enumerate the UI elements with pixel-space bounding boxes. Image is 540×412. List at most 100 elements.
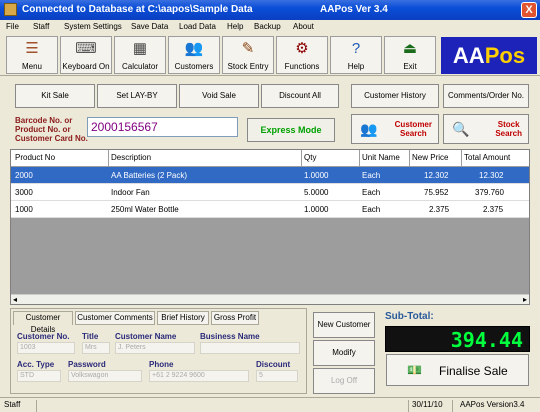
table-row[interactable]: 3000 Indoor Fan 5.0000 Each 75.952 379.7… (11, 184, 529, 201)
cell-product-no: 3000 (15, 188, 33, 197)
cash-icon: 💵 (407, 363, 422, 377)
sale-items-grid[interactable]: Product No Description Qty Unit Name New… (10, 149, 530, 305)
calculator-icon: ▦ (132, 40, 148, 57)
customer-name-field: J. Peters (115, 342, 195, 354)
cell-unit: Each (362, 188, 381, 197)
finalise-sale-button[interactable]: 💵 Finalise Sale (386, 354, 529, 386)
header-divider (359, 150, 360, 167)
menu-system-settings[interactable]: System Settings (64, 22, 122, 31)
void-sale-button[interactable]: Void Sale (179, 84, 259, 108)
menu-staff[interactable]: Staff (33, 22, 49, 31)
keyboard-button[interactable]: ⌨ Keyboard On (60, 36, 112, 74)
menu-toolbar-button[interactable]: ☰ Menu (6, 36, 58, 74)
customer-search-line1: Customer (394, 120, 432, 129)
stock-entry-button-label: Stock Entry (227, 62, 269, 71)
customer-search-icon: 👥 (360, 121, 378, 137)
acc-type-label: Acc. Type (17, 360, 55, 369)
table-row[interactable]: 1000 250ml Water Bottle 1.0000 Each 2.37… (11, 201, 529, 218)
menu-about[interactable]: About (293, 22, 314, 31)
functions-icon: ⚙ (295, 40, 309, 57)
cell-qty: 1.0000 (304, 205, 329, 214)
cell-product-no: 2000 (15, 171, 33, 180)
cell-total: 379.760 (475, 188, 504, 197)
menu-backup[interactable]: Backup (254, 22, 281, 31)
cell-product-no: 1000 (15, 205, 33, 214)
menu-file[interactable]: File (6, 22, 19, 31)
header-product-no[interactable]: Product No (15, 153, 55, 162)
customer-history-button[interactable]: Customer History (351, 84, 439, 108)
discount-label: Discount (256, 360, 291, 369)
functions-button[interactable]: ⚙ Functions (276, 36, 328, 74)
customer-search-button[interactable]: 👥 Customer Search (351, 114, 439, 144)
barcode-label-line3: Customer Card No. (15, 134, 88, 143)
grid-header: Product No Description Qty Unit Name New… (11, 150, 529, 167)
status-user: Staff (4, 400, 21, 409)
business-name-field (200, 342, 300, 354)
header-qty[interactable]: Qty (304, 153, 316, 162)
menu-load-data[interactable]: Load Data (179, 22, 216, 31)
cell-unit: Each (362, 205, 381, 214)
tab-customer-comments[interactable]: Customer Comments (75, 311, 155, 325)
status-divider (408, 400, 409, 412)
new-customer-button[interactable]: New Customer (313, 312, 375, 338)
modify-customer-button[interactable]: Modify Customer (313, 340, 375, 381)
kit-sale-button[interactable]: Kit Sale (15, 84, 95, 108)
menu-bar: File Staff System Settings Save Data Loa… (0, 20, 540, 34)
barcode-label: Barcode No. or Product No. or Customer C… (15, 116, 88, 143)
cell-qty: 1.0000 (304, 171, 329, 180)
comments-order-button[interactable]: Comments/Order No. (443, 84, 529, 108)
scroll-left-icon[interactable]: ◂ (13, 295, 17, 304)
tab-brief-history[interactable]: Brief History (157, 311, 209, 325)
acc-type-field: STD (17, 370, 61, 382)
customer-search-label: Customer Search (395, 120, 432, 138)
discount-all-button[interactable]: Discount All (261, 84, 339, 108)
window-version-title: AAPos Ver 3.4 (320, 4, 388, 15)
close-button[interactable]: X (521, 2, 537, 18)
horizontal-scrollbar[interactable]: ◂ ▸ (11, 294, 529, 304)
status-bar: Staff 30/11/10 AAPos Version3.4 (0, 397, 540, 412)
stock-search-icon: 🔍 (452, 121, 470, 137)
business-name-label: Business Name (200, 332, 260, 341)
barcode-label-line1: Barcode No. or (15, 116, 73, 125)
header-divider (461, 150, 462, 167)
calculator-button[interactable]: ▦ Calculator (114, 36, 166, 74)
scroll-right-icon[interactable]: ▸ (523, 295, 527, 304)
exit-button[interactable]: ⏏ Exit (384, 36, 436, 74)
log-off-button[interactable]: Log Off (313, 368, 375, 394)
customer-name-label: Customer Name (115, 332, 177, 341)
header-description[interactable]: Description (111, 153, 151, 162)
menu-help[interactable]: Help (227, 22, 243, 31)
logo-aa: AA (452, 43, 485, 68)
stock-search-button[interactable]: 🔍 Stock Search (443, 114, 529, 144)
help-button[interactable]: ? Help (330, 36, 382, 74)
table-row[interactable]: 2000 AA Batteries (2 Pack) 1.0000 Each 1… (11, 167, 529, 184)
tab-customer-details[interactable]: Customer Details (13, 311, 73, 334)
stock-entry-button[interactable]: ✎ Stock Entry (222, 36, 274, 74)
barcode-input[interactable]: 2000156567 (87, 117, 238, 137)
cell-qty: 5.0000 (304, 188, 329, 197)
status-date: 30/11/10 (412, 400, 443, 409)
calculator-button-label: Calculator (121, 62, 158, 71)
window-title: Connected to Database at C:\aapos\Sample… (22, 4, 253, 15)
header-total-amount[interactable]: Total Amount (464, 153, 510, 162)
status-divider (452, 400, 453, 412)
express-mode-button[interactable]: Express Mode (247, 118, 335, 142)
stock-entry-icon: ✎ (241, 40, 255, 57)
header-divider (108, 150, 109, 167)
tab-gross-profit[interactable]: Gross Profit (211, 311, 259, 325)
help-button-label: Help (347, 62, 365, 71)
cell-description: Indoor Fan (111, 188, 150, 197)
menu-icon: ☰ (25, 40, 39, 57)
finalise-sale-label: Finalise Sale (439, 364, 508, 378)
customer-search-line2: Search (399, 129, 427, 138)
customers-button-label: Customers (174, 62, 214, 71)
customers-button[interactable]: 👥 Customers (168, 36, 220, 74)
phone-field: +61 2 9224 9600 (149, 370, 249, 382)
aapos-logo: AAPos (441, 37, 537, 74)
header-unit-name[interactable]: Unit Name (362, 153, 400, 162)
menu-save-data[interactable]: Save Data (131, 22, 168, 31)
header-new-price[interactable]: New Price (412, 153, 448, 162)
stock-search-label: Stock Search (495, 120, 522, 138)
set-layby-button[interactable]: Set LAY-BY (97, 84, 177, 108)
cell-price: 12.302 (424, 171, 449, 180)
